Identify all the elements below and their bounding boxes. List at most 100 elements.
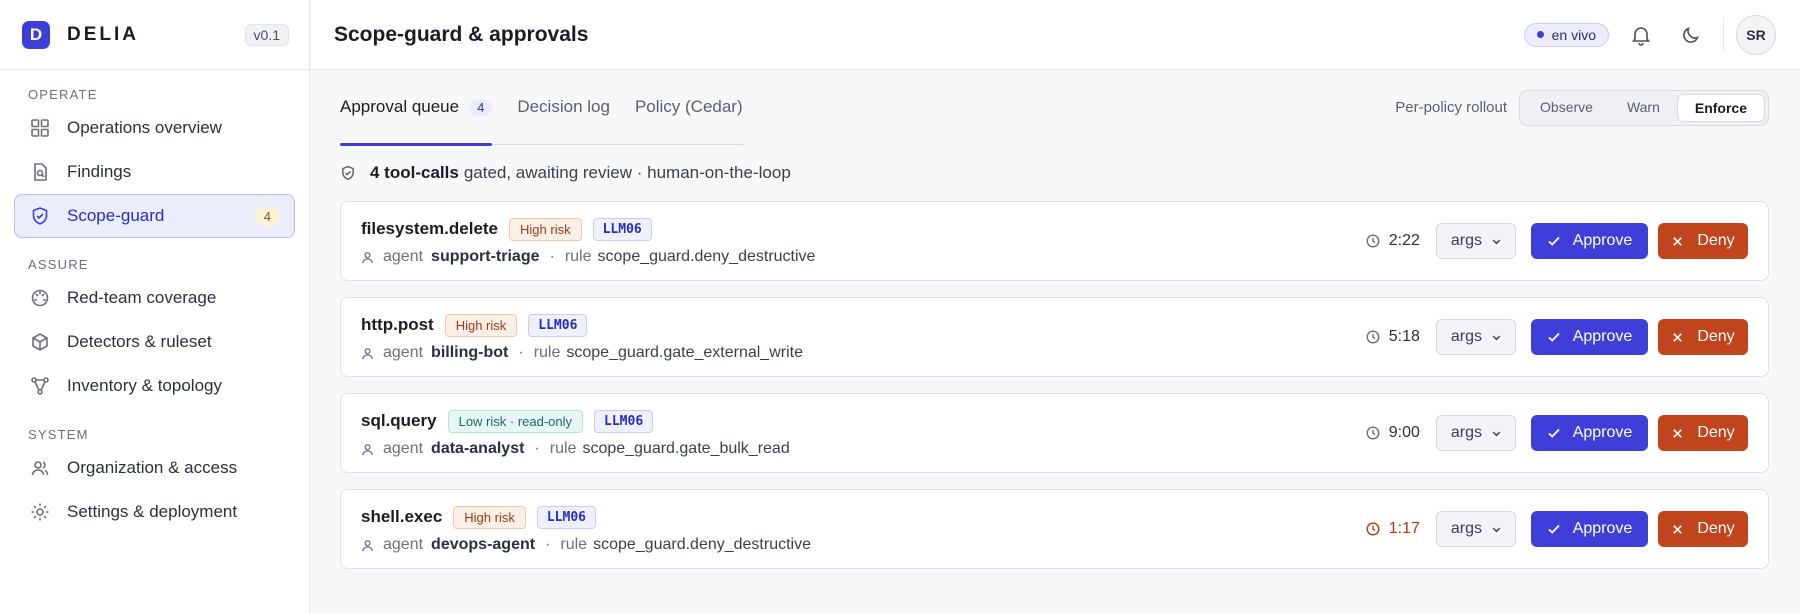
risk-badge: High risk — [444, 313, 518, 337]
app-name: DELIA — [67, 23, 139, 45]
close-icon — [1671, 234, 1685, 248]
deny-button[interactable]: Deny — [1658, 415, 1748, 451]
risk-badge: Low risk · read-only — [447, 409, 584, 433]
avatar[interactable]: SR — [1736, 14, 1776, 55]
agent-name: support-triage — [431, 248, 540, 265]
brand-header: D DELIA v0.1 — [0, 0, 309, 70]
section-label-system: SYSTEM — [28, 427, 89, 442]
tab-decision-log[interactable]: Decision log — [517, 70, 610, 145]
document-search-icon — [29, 161, 51, 183]
rule-label: rule — [560, 536, 588, 553]
rollout-option-warn[interactable]: Warn — [1610, 94, 1677, 122]
main-panel: Scope-guard & approvals en vivo SR Appro… — [310, 0, 1800, 613]
sidebar-item-label: Detectors & ruleset — [67, 332, 212, 351]
sidebar-item-findings[interactable]: Findings — [14, 150, 295, 194]
rollout-segmented-control: Observe Warn Enforce — [1519, 89, 1769, 126]
sidebar-item-detectors-ruleset[interactable]: Detectors & ruleset — [14, 320, 295, 364]
chevron-down-icon — [1491, 523, 1503, 535]
sidebar-item-settings-deployment[interactable]: Settings & deployment — [14, 490, 295, 534]
meta-separator: · — [518, 344, 524, 361]
live-status-label: en vivo — [1551, 26, 1596, 43]
deny-button[interactable]: Deny — [1658, 319, 1748, 355]
rollout-option-observe[interactable]: Observe — [1523, 94, 1610, 122]
countdown-value: 5:18 — [1388, 328, 1420, 345]
approve-button[interactable]: Approve — [1531, 415, 1648, 451]
live-status-pill: en vivo — [1523, 22, 1609, 47]
rule-name: scope_guard.gate_bulk_read — [582, 440, 790, 457]
countdown-value: 9:00 — [1388, 424, 1420, 441]
user-icon — [361, 346, 375, 360]
approval-card-info: sql.query Low risk · read-only LLM06 age… — [361, 408, 1366, 458]
tool-name: http.post — [361, 315, 434, 334]
deny-button[interactable]: Deny — [1658, 223, 1748, 259]
moon-icon[interactable] — [1673, 17, 1709, 53]
bell-icon[interactable] — [1623, 17, 1659, 53]
rule-label: rule — [533, 344, 561, 361]
tab-approval-queue[interactable]: Approval queue 4 — [340, 70, 493, 146]
approve-label: Approve — [1572, 328, 1633, 345]
approve-button[interactable]: Approve — [1531, 223, 1648, 259]
meta-separator: · — [534, 440, 540, 457]
rule-name: scope_guard.deny_destructive — [593, 536, 811, 553]
rule-label: rule — [549, 440, 577, 457]
rule-label: rule — [564, 248, 592, 265]
risk-badge: High risk — [509, 217, 582, 241]
users-icon — [29, 457, 51, 479]
sidebar-item-operations-overview[interactable]: Operations overview — [14, 106, 295, 150]
rollout-label: Per-policy rollout — [1395, 99, 1508, 116]
sidebar-item-red-team-coverage[interactable]: Red-team coverage — [14, 276, 295, 320]
countdown-timer: 2:22 — [1366, 232, 1420, 250]
check-icon — [1547, 330, 1561, 344]
app-logo[interactable]: D — [22, 20, 50, 49]
args-label: args — [1450, 232, 1482, 249]
tool-name: shell.exec — [361, 507, 443, 526]
approval-card-filesystem-delete: filesystem.delete High risk LLM06 agent … — [340, 201, 1769, 281]
args-dropdown[interactable]: args — [1435, 415, 1516, 451]
approval-card-info: shell.exec High risk LLM06 agent devops-… — [361, 504, 1366, 554]
sun-gear-icon — [29, 501, 51, 523]
check-icon — [1547, 234, 1561, 248]
sidebar-item-label: Findings — [67, 162, 132, 181]
approve-button[interactable]: Approve — [1531, 319, 1648, 355]
close-icon — [1671, 330, 1685, 344]
sidebar-item-organization-access[interactable]: Organization & access — [14, 446, 295, 490]
chevron-down-icon — [1491, 427, 1503, 439]
section-label-operate: OPERATE — [28, 87, 98, 102]
sidebar-item-scope-guard[interactable]: Scope-guard 4 — [14, 194, 295, 238]
approve-button[interactable]: Approve — [1531, 511, 1648, 547]
agent-name: billing-bot — [431, 344, 509, 361]
args-label: args — [1450, 424, 1482, 441]
approval-card-meta: agent billing-bot · rule scope_guard.gat… — [361, 344, 1366, 362]
chevron-down-icon — [1491, 235, 1503, 247]
summary-count: 4 tool-calls — [370, 163, 459, 182]
target-icon — [29, 287, 51, 309]
tab-policy-cedar[interactable]: Policy (Cedar) — [635, 70, 743, 145]
agent-label: agent — [383, 344, 424, 361]
user-icon — [361, 538, 375, 552]
count-badge: 4 — [254, 206, 280, 226]
tab-list: Approval queue 4 Decision log Policy (Ce… — [340, 70, 743, 146]
deny-button[interactable]: Deny — [1658, 511, 1748, 547]
sidebar: D DELIA v0.1 OPERATE Operations overview… — [0, 0, 310, 613]
approve-label: Approve — [1572, 232, 1633, 249]
clock-icon — [1366, 330, 1381, 345]
args-dropdown[interactable]: args — [1435, 511, 1516, 547]
meta-separator: · — [545, 536, 551, 553]
topology-icon — [29, 375, 51, 397]
clock-icon — [1366, 426, 1381, 441]
deny-label: Deny — [1697, 424, 1735, 441]
args-dropdown[interactable]: args — [1435, 223, 1516, 259]
grid-icon — [29, 117, 51, 139]
deny-label: Deny — [1697, 520, 1735, 537]
version-badge: v0.1 — [244, 23, 289, 46]
agent-label: agent — [383, 536, 424, 553]
approval-card-sql-query: sql.query Low risk · read-only LLM06 age… — [340, 393, 1769, 473]
rollout-option-enforce[interactable]: Enforce — [1676, 93, 1765, 122]
sidebar-item-inventory-topology[interactable]: Inventory & topology — [14, 364, 295, 408]
sidebar-item-label: Red-team coverage — [67, 288, 217, 307]
sidebar-item-label: Operations overview — [67, 118, 222, 137]
args-label: args — [1450, 520, 1482, 537]
section-label-assure: ASSURE — [28, 257, 89, 272]
args-dropdown[interactable]: args — [1435, 319, 1516, 355]
approval-card-http-post: http.post High risk LLM06 agent billing-… — [340, 297, 1769, 377]
